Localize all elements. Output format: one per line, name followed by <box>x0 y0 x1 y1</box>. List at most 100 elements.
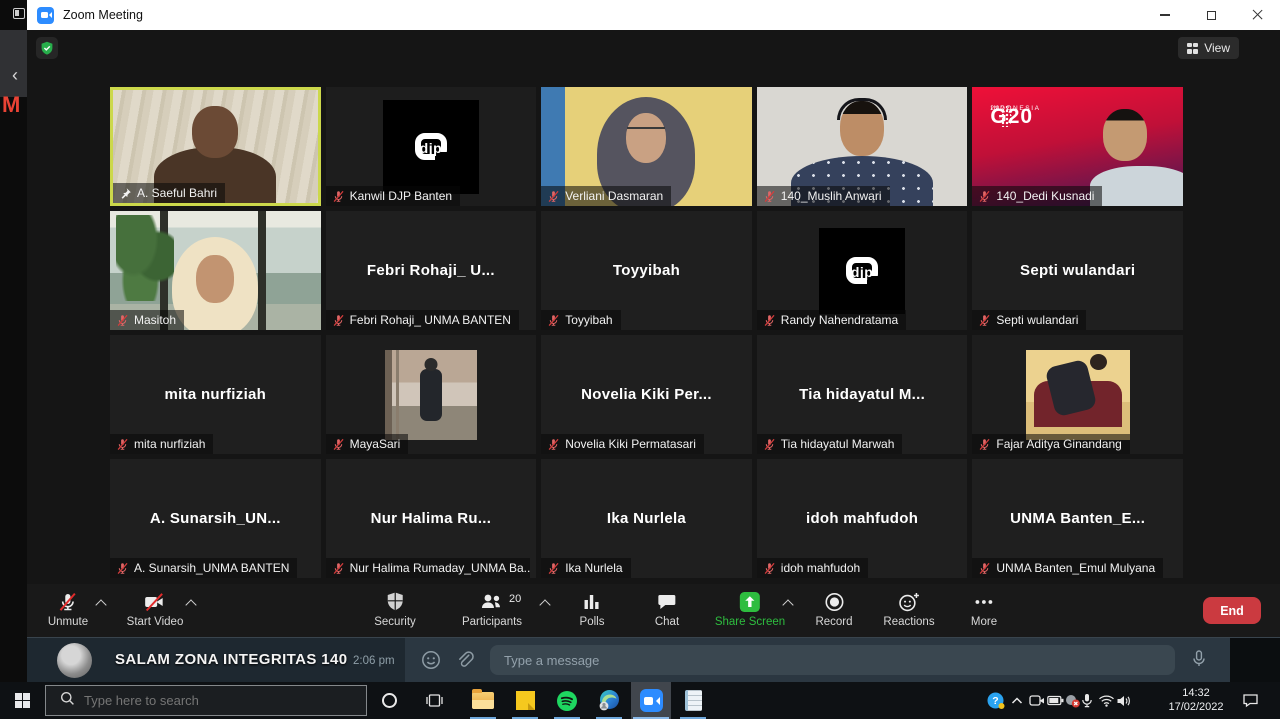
avatar[interactable] <box>57 643 92 678</box>
participant-name-label: Febri Rohaji_ UNMA BANTEN <box>326 310 519 330</box>
participant-tile[interactable]: G20INDONESIA2022140_Dedi Kusnadi <box>972 87 1183 206</box>
participant-name-label: mita nurfiziah <box>110 434 213 454</box>
participant-tile[interactable]: Verliani Dasmaran <box>541 87 752 206</box>
participant-tile[interactable]: djpRandy Nahendratama <box>757 211 968 330</box>
muted-mic-icon <box>978 314 991 327</box>
chat-message-input[interactable] <box>490 645 1175 675</box>
window-titlebar: Zoom Meeting <box>27 0 1280 30</box>
reactions-button[interactable]: Reactions <box>883 591 934 628</box>
chevron-up-icon[interactable] <box>185 599 196 610</box>
participant-tile[interactable]: Septi wulandariSepti wulandari <box>972 211 1183 330</box>
encryption-shield-icon[interactable] <box>36 37 58 59</box>
muted-mic-icon <box>763 562 776 575</box>
participant-tile[interactable]: Fajar Aditya Ginandang <box>972 335 1183 454</box>
start-button[interactable] <box>0 682 45 719</box>
record-button[interactable]: Record <box>815 591 852 628</box>
chevron-up-icon[interactable] <box>95 599 106 610</box>
unmute-button[interactable]: Unmute <box>48 591 88 628</box>
gmail-logo: M <box>2 92 20 118</box>
start-video-button[interactable]: Start Video <box>127 591 184 628</box>
participant-name-label: Tia hidayatul Marwah <box>757 434 903 454</box>
muted-mic-icon <box>978 438 991 451</box>
sticky-notes-icon <box>516 691 535 710</box>
participant-tile[interactable]: idoh mahfudohidoh mahfudoh <box>757 459 968 578</box>
mic-muted-icon <box>57 591 79 613</box>
security-button[interactable]: Security <box>374 591 416 628</box>
participant-tile[interactable]: Tia hidayatul M...Tia hidayatul Marwah <box>757 335 968 454</box>
muted-mic-icon <box>547 190 560 203</box>
back-icon[interactable]: ‹ <box>12 66 18 84</box>
chat-message-text[interactable]: SALAM ZONA INTEGRITAS 140 <box>115 651 348 668</box>
taskbar-app-file-explorer[interactable] <box>463 682 503 719</box>
minimize-button[interactable] <box>1142 0 1188 30</box>
participant-tile[interactable]: Ika NurlelaIka Nurlela <box>541 459 752 578</box>
participants-count-badge: 20 <box>509 593 521 605</box>
participant-tile[interactable]: UNMA Banten_E...UNMA Banten_Emul Mulyana <box>972 459 1183 578</box>
participant-name-label: Ika Nurlela <box>541 558 630 578</box>
taskbar-app-edge[interactable] <box>589 682 629 719</box>
participant-tile[interactable]: Febri Rohaji_ U...Febri Rohaji_ UNMA BAN… <box>326 211 537 330</box>
taskbar-app-notepad[interactable] <box>673 682 713 719</box>
cortana-button[interactable] <box>382 693 397 708</box>
tray-expand-chevron-icon[interactable] <box>1011 682 1023 719</box>
help-tray-icon[interactable]: ? <box>986 682 1006 719</box>
share-screen-icon <box>739 591 761 613</box>
muted-mic-icon <box>116 562 129 575</box>
chat-button[interactable]: Chat <box>655 591 679 628</box>
participant-tile[interactable]: mita nurfiziahmita nurfiziah <box>110 335 321 454</box>
meet-now-icon[interactable] <box>1029 682 1045 719</box>
network-icon[interactable] <box>1098 682 1115 719</box>
participant-name: Tia hidayatul Marwah <box>781 437 895 451</box>
participant-tile[interactable]: Novelia Kiki Per...Novelia Kiki Permatas… <box>541 335 752 454</box>
chat-icon <box>656 591 678 613</box>
participant-name-label: Fajar Aditya Ginandang <box>972 434 1129 454</box>
voice-message-icon[interactable] <box>1190 649 1208 674</box>
participant-name-label: Nur Halima Rumaday_UNMA Ba... <box>326 558 530 578</box>
share-screen-label: Share Screen <box>715 616 785 628</box>
participant-tile[interactable]: djpKanwil DJP Banten <box>326 87 537 206</box>
muted-mic-icon <box>332 438 345 451</box>
task-view-button[interactable] <box>426 692 443 714</box>
pin-icon <box>119 187 132 200</box>
action-center-icon[interactable] <box>1242 682 1259 719</box>
more-label: More <box>971 616 997 628</box>
microphone-tray-icon[interactable] <box>1081 682 1093 719</box>
muted-mic-icon <box>116 314 129 327</box>
participant-tile[interactable]: A. Saeful Bahri <box>110 87 321 206</box>
participant-name: mita nurfiziah <box>134 437 205 451</box>
screen: ‹ M Zoom Meeting View A. Saeful Bahridjp… <box>0 0 1280 719</box>
zoom-app-icon <box>37 7 54 24</box>
taskbar-app-zoom[interactable] <box>631 682 671 719</box>
polls-button[interactable]: Polls <box>580 591 605 628</box>
participant-name-label: 140_Muslih Anwari <box>757 186 890 206</box>
close-button[interactable] <box>1234 0 1280 30</box>
battery-icon[interactable] <box>1047 682 1064 719</box>
end-button[interactable]: End <box>1203 597 1261 624</box>
chevron-up-icon[interactable] <box>539 599 550 610</box>
volume-icon[interactable] <box>1116 682 1132 719</box>
more-button[interactable]: More <box>971 591 997 628</box>
participant-tile[interactable]: Masitoh <box>110 211 321 330</box>
participant-tile[interactable]: 140_Muslih Anwari <box>757 87 968 206</box>
participant-tile[interactable]: Nur Halima Ru...Nur Halima Rumaday_UNMA … <box>326 459 537 578</box>
muted-mic-icon <box>332 190 345 203</box>
participant-tile[interactable]: A. Sunarsih_UN...A. Sunarsih_UNMA BANTEN <box>110 459 321 578</box>
view-button[interactable]: View <box>1178 37 1239 59</box>
svg-text:?: ? <box>992 695 998 707</box>
participant-name: Ika Nurlela <box>565 561 622 575</box>
sound-error-icon[interactable] <box>1064 682 1081 719</box>
window-title: Zoom Meeting <box>63 8 143 22</box>
maximize-button[interactable] <box>1188 0 1234 30</box>
taskbar-app-sticky-notes[interactable] <box>505 682 545 719</box>
taskbar-search[interactable] <box>45 685 367 716</box>
taskbar-app-spotify[interactable] <box>547 682 587 719</box>
participant-tile[interactable]: MayaSari <box>326 335 537 454</box>
clock[interactable]: 14:32 17/02/2022 <box>1156 687 1236 714</box>
participant-name-label: Randy Nahendratama <box>757 310 906 330</box>
attach-icon[interactable] <box>455 650 475 675</box>
taskbar-search-input[interactable] <box>84 693 366 708</box>
participant-tile[interactable]: ToyyibahToyyibah <box>541 211 752 330</box>
participant-name: Toyyibah <box>565 313 612 327</box>
emoji-icon[interactable] <box>421 650 441 675</box>
share-screen-button[interactable]: Share Screen <box>715 591 785 628</box>
